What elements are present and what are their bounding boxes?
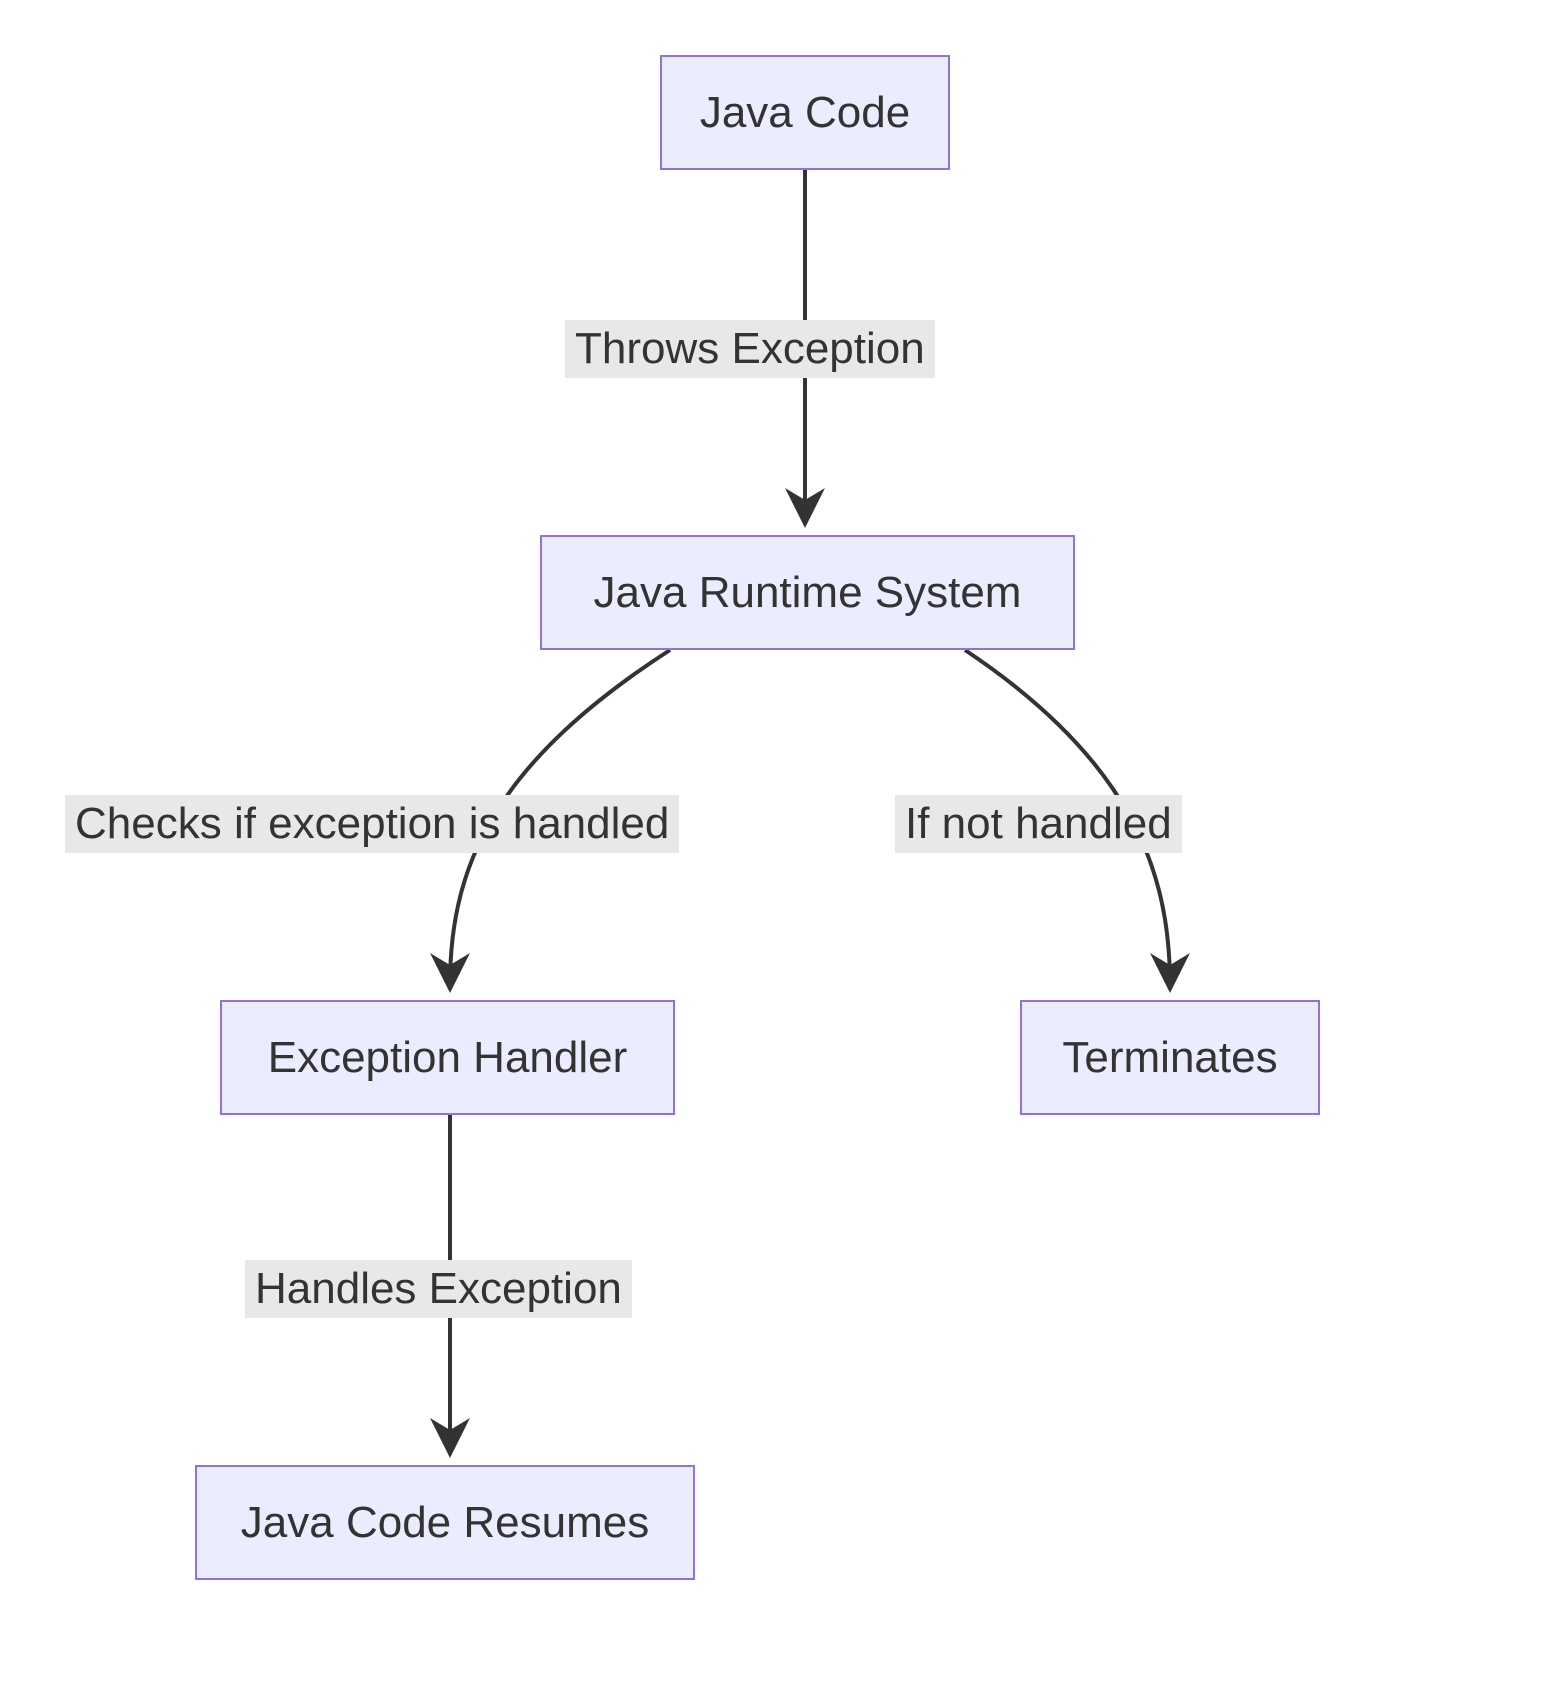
- edge-label-text: Handles Exception: [255, 1264, 622, 1313]
- node-label: Terminates: [1062, 1033, 1277, 1083]
- edge-label-B-E: If not handled: [895, 795, 1182, 853]
- edge-label-B-C: Checks if exception is handled: [65, 795, 679, 853]
- node-label: Java Runtime System: [594, 568, 1022, 618]
- edge-label-text: If not handled: [905, 799, 1172, 848]
- node-label: Java Code: [700, 88, 910, 138]
- edge-label-text: Throws Exception: [575, 324, 925, 373]
- edge-label-A-B: Throws Exception: [565, 320, 935, 378]
- node-exception-handler: Exception Handler: [220, 1000, 675, 1115]
- edge-label-text: Checks if exception is handled: [75, 799, 669, 848]
- node-java-code: Java Code: [660, 55, 950, 170]
- node-label: Java Code Resumes: [241, 1498, 649, 1548]
- node-java-code-resumes: Java Code Resumes: [195, 1465, 695, 1580]
- node-terminates: Terminates: [1020, 1000, 1320, 1115]
- edge-label-C-D: Handles Exception: [245, 1260, 632, 1318]
- node-label: Exception Handler: [268, 1033, 628, 1083]
- node-java-runtime-system: Java Runtime System: [540, 535, 1075, 650]
